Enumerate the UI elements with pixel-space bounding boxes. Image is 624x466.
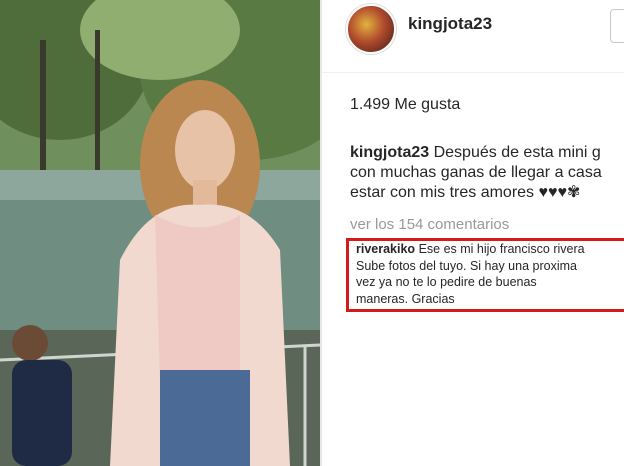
caption-line-3: estar con mis tres amores ♥♥♥✾ — [350, 184, 581, 201]
comment-line-1: Ese es mi hijo francisco rivera — [418, 242, 585, 256]
comment-username[interactable]: riverakiko — [356, 242, 415, 256]
post-photo[interactable] — [0, 0, 320, 466]
photo-illustration — [0, 0, 320, 466]
view-comments-link[interactable]: ver los 154 comentarios — [350, 216, 509, 233]
comment-line-3: vez ya no te lo pedire de buenas — [356, 275, 537, 289]
post-header: kingjota23 — [322, 0, 624, 73]
post-details: kingjota23 1.499 Me gusta kingjota23 Des… — [322, 0, 624, 466]
comment-line-4: maneras. Gracias — [356, 291, 455, 306]
comment: riverakiko Ese es mi hijo francisco rive… — [356, 241, 624, 307]
likes-count[interactable]: 1.499 Me gusta — [350, 96, 460, 114]
author-avatar[interactable] — [346, 4, 396, 54]
caption-line-2: con muchas ganas de llegar a casa — [350, 164, 602, 181]
post-caption: kingjota23 Después de esta mini g con mu… — [350, 143, 624, 203]
caption-username[interactable]: kingjota23 — [350, 144, 429, 161]
author-username[interactable]: kingjota23 — [408, 14, 492, 34]
caption-line-1: Después de esta mini g — [433, 144, 601, 161]
follow-button[interactable] — [610, 9, 624, 43]
comment-line-2: Sube fotos del tuyo. Si hay una proxima — [356, 258, 577, 273]
